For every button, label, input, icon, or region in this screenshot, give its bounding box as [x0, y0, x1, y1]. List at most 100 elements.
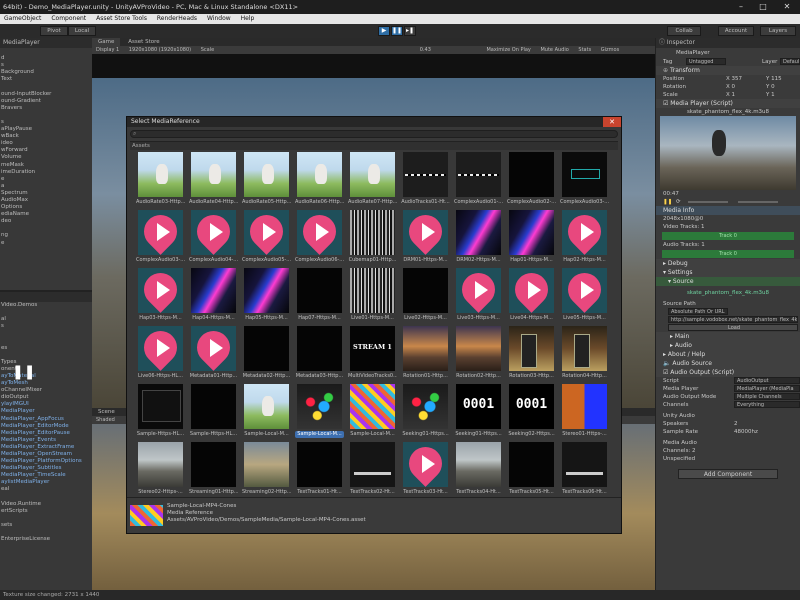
project-item[interactable]: MediaPlayer_PlatformOptions — [0, 458, 92, 465]
media-player-field[interactable]: MediaPlayer (MediaPla — [734, 385, 800, 392]
shading-mode-select[interactable]: Shaded — [96, 417, 115, 423]
about-section[interactable]: ▸ About / Help — [656, 350, 800, 359]
media-info-header[interactable]: Media Info — [656, 206, 800, 215]
rotation-y[interactable]: 0 — [771, 84, 775, 90]
asset-item[interactable]: Hap04-Https-M... — [183, 268, 236, 325]
object-name[interactable]: MediaPlayer — [676, 48, 710, 58]
maximize-on-play-toggle[interactable]: Maximize On Play — [436, 46, 534, 54]
transform-header[interactable]: ⊕ Transform — [656, 66, 800, 75]
asset-item[interactable]: Metadata01-Http... — [183, 326, 237, 383]
project-item[interactable] — [0, 337, 92, 344]
collab-button[interactable]: Collab — [667, 26, 701, 36]
project-item[interactable]: MediaPlayer_EditorPause — [0, 430, 92, 437]
close-window-icon[interactable]: ✕ — [776, 0, 798, 14]
pivot-button[interactable]: Pivot — [40, 26, 68, 36]
hierarchy-item[interactable]: a — [0, 183, 92, 190]
asset-item[interactable]: Live03-Https-M... — [448, 268, 501, 325]
asset-item[interactable]: ComplexAudio03-... — [554, 152, 609, 209]
project-item[interactable] — [0, 515, 92, 522]
project-item[interactable]: Video.Runtime — [0, 501, 92, 508]
project-item[interactable]: s — [0, 323, 92, 330]
project-item[interactable]: MediaPlayer_Subtitles — [0, 465, 92, 472]
project-item[interactable]: sets — [0, 522, 92, 529]
project-item[interactable]: eal — [0, 486, 92, 493]
pause-control-icon[interactable]: ❚❚ — [663, 198, 672, 206]
project-item[interactable]: MediaPlayer_EditorMode — [0, 423, 92, 430]
layer-select[interactable]: Default — [780, 58, 800, 65]
menu-asset-store-tools[interactable]: Asset Store Tools — [92, 14, 151, 24]
asset-item[interactable]: ComplexAudio02-... — [501, 152, 556, 209]
scale-x[interactable]: 1 — [732, 92, 736, 98]
asset-item[interactable]: ComplexAudio06-... — [289, 210, 344, 267]
tab-assets[interactable]: Assets — [130, 141, 618, 150]
project-item[interactable]: MediaPlayer_OpenStream — [0, 451, 92, 458]
asset-item[interactable]: Hap03-Https-M... — [130, 268, 183, 325]
hierarchy-item[interactable] — [0, 225, 92, 232]
volume-slider[interactable] — [738, 201, 778, 203]
hierarchy-item[interactable]: e — [0, 240, 92, 247]
project-item[interactable]: MediaPlayer_AppFocus — [0, 416, 92, 423]
source-section[interactable]: ▾ Source — [656, 277, 800, 286]
hierarchy-item[interactable]: d — [0, 55, 92, 62]
timeline-slider[interactable] — [688, 201, 728, 203]
asset-item[interactable]: Sample-Https-HL... — [183, 384, 237, 441]
asset-item[interactable]: Hap05-Https-M... — [236, 268, 289, 325]
audio-track-0[interactable]: Track 0 — [662, 250, 794, 258]
asset-item[interactable]: Rotation03-Http... — [501, 326, 554, 383]
maximize-icon[interactable]: □ — [752, 0, 774, 14]
hierarchy-item[interactable]: ideo — [0, 140, 92, 147]
menu-help[interactable]: Help — [237, 14, 259, 24]
load-button[interactable]: Load — [668, 324, 798, 331]
asset-item[interactable]: 0001 Seeking02-Https... — [501, 384, 555, 441]
asset-item[interactable]: Rotation04-Http... — [554, 326, 607, 383]
hierarchy-item[interactable]: wForward — [0, 147, 92, 154]
position-y[interactable]: 115 — [771, 76, 782, 82]
asset-item[interactable]: Hap07-Https-M... — [289, 268, 342, 325]
loop-icon[interactable]: ⟳ — [676, 198, 681, 206]
asset-item[interactable]: Cubemap01-Http... — [342, 210, 396, 267]
asset-item[interactable]: ComplexAudio03-... — [130, 210, 185, 267]
gizmos-toggle[interactable]: Gizmos — [597, 46, 623, 54]
asset-item[interactable]: Sample-Local-M... — [342, 384, 395, 441]
hierarchy-item[interactable] — [0, 83, 92, 90]
project-item[interactable]: ayToMesh — [0, 380, 92, 387]
asset-item[interactable]: STREAM 1 MultiVideoTracks0... — [342, 326, 397, 383]
hierarchy-item[interactable]: meMask — [0, 162, 92, 169]
tab-scene[interactable]: Scene — [92, 408, 121, 416]
asset-item[interactable]: TextTracks06-Ht... — [554, 442, 607, 499]
hierarchy-item[interactable]: Text — [0, 76, 92, 83]
main-section[interactable]: ▸ Main — [656, 332, 800, 341]
hierarchy-item[interactable]: s — [0, 119, 92, 126]
hierarchy-item[interactable]: Volume — [0, 154, 92, 161]
hierarchy-item[interactable]: Bravers — [0, 105, 92, 112]
settings-section[interactable]: ▾ Settings — [656, 268, 800, 277]
hierarchy-item[interactable]: ound-InputBlocker — [0, 91, 92, 98]
asset-item[interactable]: TextTracks04-Ht... — [448, 442, 501, 499]
hierarchy-item[interactable]: imeDuration — [0, 169, 92, 176]
account-button[interactable]: Account — [718, 26, 754, 36]
asset-item[interactable]: Metadata02-Http... — [236, 326, 290, 383]
hierarchy-item[interactable]: ound-Gradient — [0, 98, 92, 105]
asset-item[interactable]: Hap02-Https-M... — [554, 210, 607, 267]
asset-item[interactable]: AudioRate04-Http... — [183, 152, 238, 209]
asset-item[interactable]: DRM01-Https-M... — [395, 210, 448, 267]
add-component-button[interactable]: Add Component — [678, 469, 778, 479]
asset-item[interactable]: TextTracks03-Ht... — [395, 442, 448, 499]
hierarchy-item[interactable] — [0, 112, 92, 119]
hierarchy-item[interactable]: ng — [0, 232, 92, 239]
pause-button[interactable]: ❚❚ — [391, 26, 403, 36]
asset-item[interactable]: 0001 Seeking01-Https... — [448, 384, 502, 441]
asset-item[interactable]: AudioRate03-Http... — [130, 152, 185, 209]
scale-y[interactable]: 1 — [771, 92, 775, 98]
video-track-0[interactable]: Track 0 — [662, 232, 794, 240]
step-button[interactable]: ▸❚ — [404, 26, 416, 36]
asset-item[interactable]: Rotation01-Http... — [395, 326, 448, 383]
source-url-input[interactable]: http://sample.vodobox.net/skate_phantom_… — [668, 316, 798, 323]
mute-audio-toggle[interactable]: Mute Audio — [536, 46, 572, 54]
project-item[interactable]: ylayIMGUI — [0, 401, 92, 408]
asset-item[interactable]: AudioRate06-Http... — [289, 152, 344, 209]
stats-toggle[interactable]: Stats — [574, 46, 595, 54]
project-item[interactable]: MediaPlayer — [0, 408, 92, 415]
asset-item[interactable]: Sample-Local-M... — [289, 384, 344, 441]
asset-item[interactable]: Live04-Https-M... — [501, 268, 554, 325]
